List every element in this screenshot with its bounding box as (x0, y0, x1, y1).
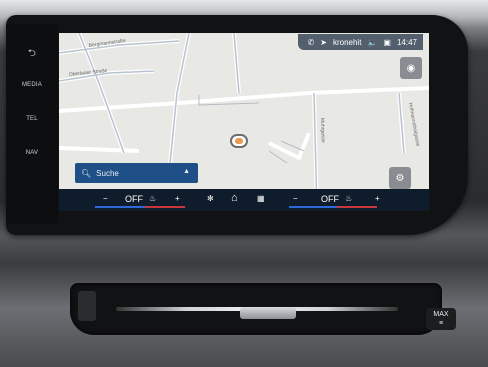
navigation-arrow-icon: ➤ (320, 37, 327, 47)
speaker-icon[interactable]: 🔈 (367, 38, 377, 47)
fan-icon[interactable]: ✻ (207, 194, 214, 203)
nav-button[interactable]: NAV (6, 150, 58, 156)
radio-station: kronehit (332, 37, 362, 47)
media-button[interactable]: MEDIA (6, 82, 58, 88)
street-label: Muhrgasse (319, 118, 326, 143)
compass-icon[interactable]: ◉ (400, 57, 422, 79)
climate-bar: − OFF ♨ + ✻ ⌂ ▦ − OFF ♨ + (59, 189, 429, 211)
phone-icon: ✆ (307, 37, 315, 47)
street-map[interactable]: Bergmannstraße Oberlaaer Straße Hofmanns… (59, 33, 429, 211)
right-climate-value: OFF (321, 194, 339, 204)
right-temp-minus[interactable]: − (293, 194, 298, 203)
defrost-icon: ≡ (438, 320, 444, 327)
search-field[interactable]: 🔍︎ Suche ▲ (75, 163, 198, 183)
left-temp-minus[interactable]: − (103, 194, 108, 203)
back-icon[interactable]: ⮌ (6, 46, 58, 63)
car-position-icon (230, 134, 248, 148)
air-vent (70, 283, 442, 335)
hardkey-strip: ⮌ MEDIA TEL NAV (6, 24, 58, 224)
settings-icon[interactable]: ⚙ (389, 167, 411, 189)
screen-icon[interactable]: ▣ (383, 38, 391, 47)
navigation-display: Bergmannstraße Oberlaaer Straße Hofmanns… (59, 33, 429, 211)
max-label: MAX (433, 311, 449, 318)
grid-menu-icon[interactable]: ▦ (257, 194, 265, 203)
search-label: Suche (96, 168, 119, 178)
seat-heat-icon[interactable]: ♨ (149, 194, 156, 203)
search-icon: 🔍︎ (81, 168, 92, 178)
left-temp-bar-warm (145, 206, 185, 208)
max-defrost-button[interactable]: MAX ≡ (426, 308, 456, 330)
left-temp-plus[interactable]: + (175, 194, 180, 203)
vent-control[interactable] (78, 291, 96, 321)
tel-button[interactable]: TEL (6, 116, 58, 122)
left-climate-value: OFF (125, 194, 143, 204)
car-dashboard-photo: ⮌ MEDIA TEL NAV Bergmannstraße Oberlaaer… (0, 0, 488, 367)
right-temp-bar-warm (337, 206, 377, 208)
left-temp-bar-cold (95, 206, 145, 208)
right-temp-plus[interactable]: + (375, 194, 380, 203)
seat-heat-icon[interactable]: ♨ (345, 194, 352, 203)
chevron-up-icon[interactable]: ▲ (183, 168, 190, 175)
vent-adjuster[interactable] (240, 307, 296, 319)
home-icon[interactable]: ⌂ (231, 192, 238, 204)
status-bar: ✆ ➤ kronehit 🔈 ▣ 14:47 (297, 34, 423, 50)
clock: 14:47 (396, 37, 417, 47)
right-temp-bar-cold (289, 206, 337, 208)
